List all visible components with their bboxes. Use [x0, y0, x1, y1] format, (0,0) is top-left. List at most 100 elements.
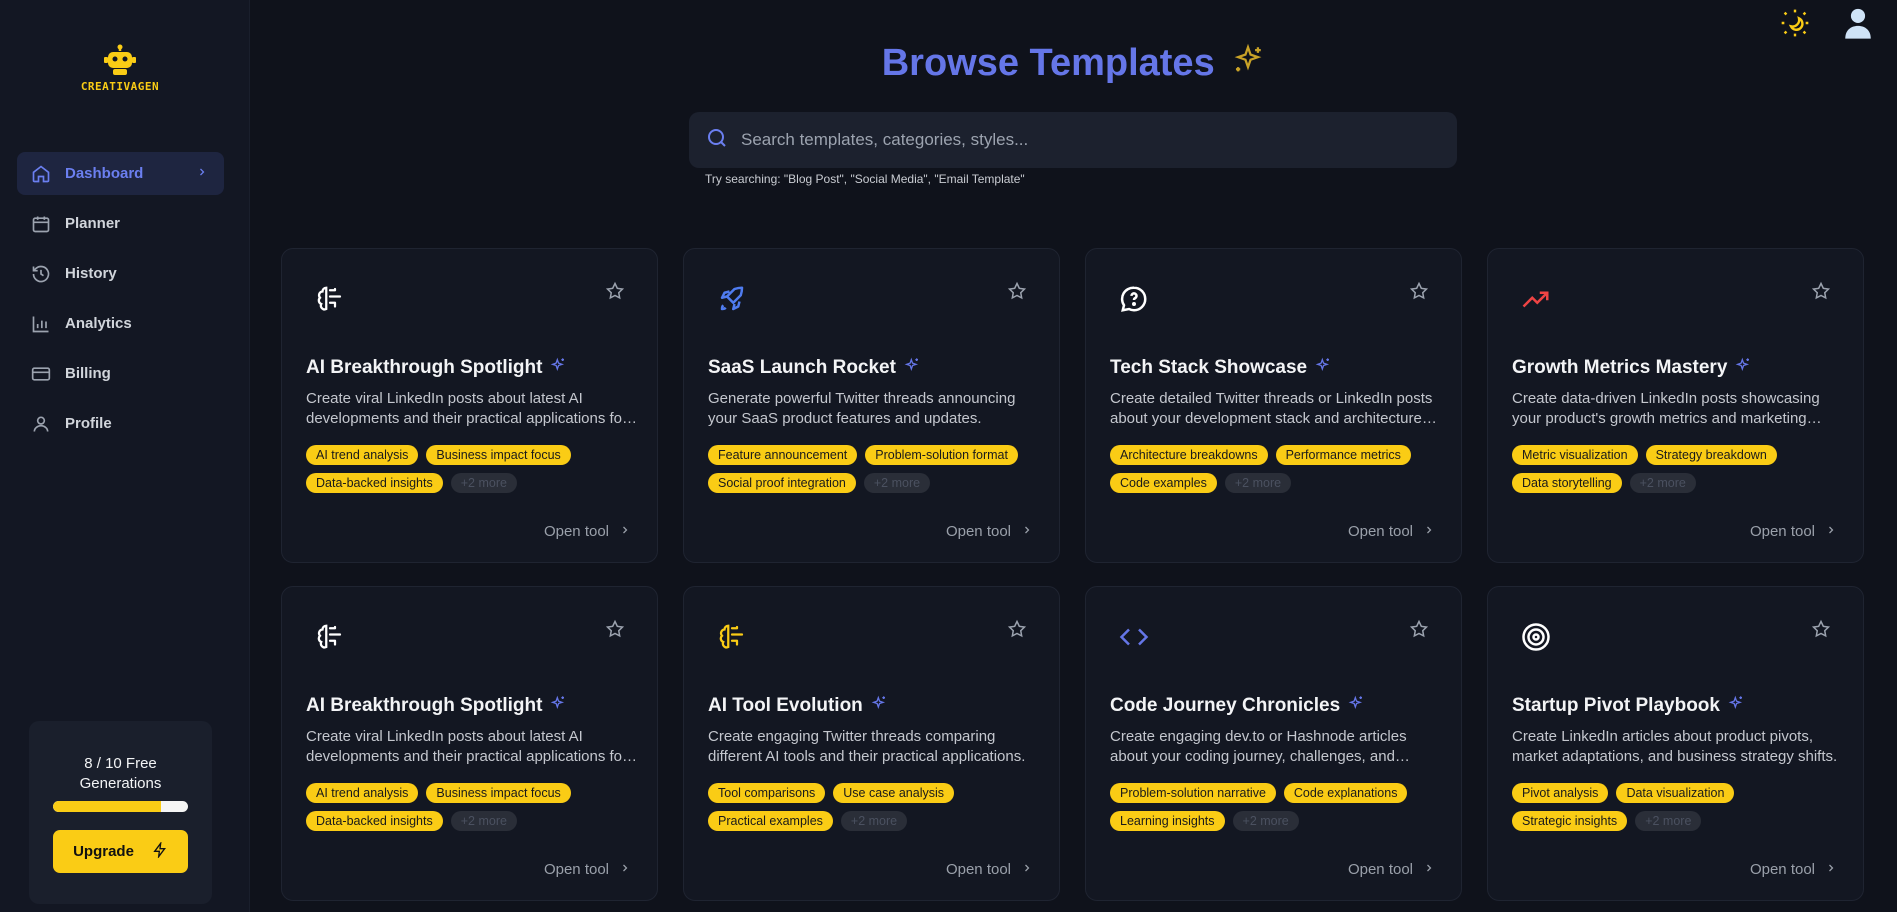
- sidebar-item-label: Dashboard: [65, 165, 144, 182]
- sparkle-icon: [904, 357, 920, 379]
- open-tool-label: Open tool: [1749, 523, 1815, 540]
- code-icon: [1119, 622, 1149, 652]
- open-tool-link[interactable]: Open tool: [544, 523, 631, 540]
- template-grid: AI Breakthrough Spotlight Create viral L…: [281, 248, 1865, 901]
- open-tool-label: Open tool: [1347, 861, 1413, 878]
- open-tool-link[interactable]: Open tool: [1348, 523, 1435, 540]
- brand-logo[interactable]: CREATIVAGEN: [70, 44, 170, 93]
- tag-badge: Data-backed insights: [306, 811, 443, 831]
- template-card-5[interactable]: AI Breakthrough Spotlight Create viral L…: [281, 586, 658, 901]
- favorite-star-icon[interactable]: [1409, 619, 1429, 644]
- upgrade-button[interactable]: Upgrade: [53, 830, 188, 873]
- target-icon: [1521, 622, 1551, 652]
- open-tool-link[interactable]: Open tool: [544, 861, 631, 878]
- open-tool-link[interactable]: Open tool: [1750, 523, 1837, 540]
- favorite-star-icon[interactable]: [1811, 281, 1831, 306]
- tag-badge: Practical examples: [708, 811, 833, 831]
- tag-badge: Business impact focus: [426, 445, 571, 465]
- sidebar-item-dashboard[interactable]: Dashboard: [17, 152, 224, 195]
- card-tags: AI trend analysis Business impact focus Da…: [306, 445, 646, 493]
- card-title-text: Tech Stack Showcase: [1110, 357, 1308, 378]
- card-tags: Tool comparisons Use case analysis Practic…: [708, 783, 1048, 831]
- sidebar-item-label: Analytics: [65, 315, 132, 332]
- sidebar-item-profile[interactable]: Profile: [17, 402, 224, 445]
- card-description: Create LinkedIn articles about product p…: [1512, 728, 1838, 765]
- open-tool-link[interactable]: Open tool: [1750, 861, 1837, 878]
- template-card-2[interactable]: SaaS Launch Rocket Generate powerful Twi…: [683, 248, 1060, 563]
- template-card-6[interactable]: AI Tool Evolution Create engaging Twitte…: [683, 586, 1060, 901]
- template-card-4[interactable]: Growth Metrics Mastery Create data-drive…: [1487, 248, 1864, 563]
- more-tags-badge: +2 more: [1232, 811, 1299, 831]
- tag-badge: Strategy breakdown: [1645, 445, 1777, 465]
- open-tool-link[interactable]: Open tool: [1348, 861, 1435, 878]
- topbar-actions: [1779, 6, 1875, 45]
- card-title-text: SaaS Launch Rocket: [708, 357, 896, 378]
- more-tags-badge: +2 more: [450, 473, 517, 493]
- tag-badge: AI trend analysis: [306, 445, 419, 465]
- template-card-8[interactable]: Startup Pivot Playbook Create LinkedIn a…: [1487, 586, 1864, 901]
- sparkles-icon: [1231, 43, 1265, 87]
- favorite-star-icon[interactable]: [1007, 281, 1027, 306]
- sparkle-icon: [1348, 695, 1364, 717]
- user-icon: [31, 414, 51, 434]
- sparkle-icon: [871, 695, 887, 717]
- open-tool-link[interactable]: Open tool: [946, 523, 1033, 540]
- card-title: AI Tool Evolution: [708, 695, 887, 717]
- favorite-star-icon[interactable]: [605, 619, 625, 644]
- card-title-text: Startup Pivot Playbook: [1512, 695, 1720, 716]
- card-tags: Feature announcement Problem-solution for…: [708, 445, 1048, 493]
- sidebar-item-label: Profile: [65, 415, 112, 432]
- more-tags-badge: +2 more: [1629, 473, 1696, 493]
- card-description: Create data-driven LinkedIn posts showca…: [1512, 390, 1820, 427]
- card-title-text: AI Tool Evolution: [708, 695, 863, 716]
- card-title: AI Breakthrough Spotlight: [306, 357, 566, 379]
- usage-progress-bar: [53, 801, 188, 812]
- tag-badge: Code explanations: [1283, 783, 1408, 803]
- template-card-7[interactable]: Code Journey Chronicles Create engaging …: [1085, 586, 1462, 901]
- chevron-right-icon: [1825, 861, 1837, 878]
- chevron-right-icon: [1423, 523, 1435, 540]
- chevron-right-icon: [619, 523, 631, 540]
- trending-up-icon: [1521, 284, 1551, 314]
- tag-badge: Architecture breakdowns: [1110, 445, 1268, 465]
- home-icon: [31, 164, 51, 184]
- sidebar-item-analytics[interactable]: Analytics: [17, 302, 224, 345]
- tag-badge: Pivot analysis: [1512, 783, 1609, 803]
- tag-badge: Data visualization: [1616, 783, 1735, 803]
- open-tool-link[interactable]: Open tool: [946, 861, 1033, 878]
- tag-badge: Use case analysis: [833, 783, 955, 803]
- favorite-star-icon[interactable]: [1409, 281, 1429, 306]
- search-input[interactable]: [741, 130, 1421, 150]
- sidebar-item-planner[interactable]: Planner: [17, 202, 224, 245]
- card-description: Create detailed Twitter threads or Linke…: [1110, 390, 1433, 427]
- rocket-icon: [717, 284, 747, 314]
- more-tags-badge: +2 more: [450, 811, 517, 831]
- sparkle-icon: [1728, 695, 1744, 717]
- sidebar-item-label: Planner: [65, 215, 121, 232]
- template-card-3[interactable]: Tech Stack Showcase Create detailed Twit…: [1085, 248, 1462, 563]
- card-tags: Metric visualization Strategy breakdown Da…: [1512, 445, 1852, 493]
- upgrade-label: Upgrade: [73, 843, 134, 860]
- sidebar-item-history[interactable]: History: [17, 252, 224, 295]
- search-bar[interactable]: [689, 112, 1457, 168]
- brand-name: CREATIVAGEN: [80, 80, 160, 93]
- theme-toggle-sun-icon[interactable]: [1779, 7, 1811, 44]
- open-tool-label: Open tool: [1749, 861, 1815, 878]
- favorite-star-icon[interactable]: [605, 281, 625, 306]
- favorite-star-icon[interactable]: [1811, 619, 1831, 644]
- template-card-1[interactable]: AI Breakthrough Spotlight Create viral L…: [281, 248, 658, 563]
- card-title: Growth Metrics Mastery: [1512, 357, 1751, 379]
- chevron-right-icon: [1825, 523, 1837, 540]
- sidebar-item-billing[interactable]: Billing: [17, 352, 224, 395]
- card-title: SaaS Launch Rocket: [708, 357, 920, 379]
- card-description: Generate powerful Twitter threads announ…: [708, 390, 1016, 427]
- user-avatar-icon[interactable]: [1841, 6, 1875, 45]
- calendar-icon: [31, 214, 51, 234]
- card-title-text: Code Journey Chronicles: [1110, 695, 1341, 716]
- card-title-text: AI Breakthrough Spotlight: [306, 695, 543, 716]
- favorite-star-icon[interactable]: [1007, 619, 1027, 644]
- robot-icon: [104, 44, 136, 75]
- tag-badge: Business impact focus: [426, 783, 571, 803]
- card-description: Create engaging Twitter threads comparin…: [708, 728, 1026, 765]
- usage-panel: 8 / 10 Free Generations Upgrade: [29, 721, 212, 904]
